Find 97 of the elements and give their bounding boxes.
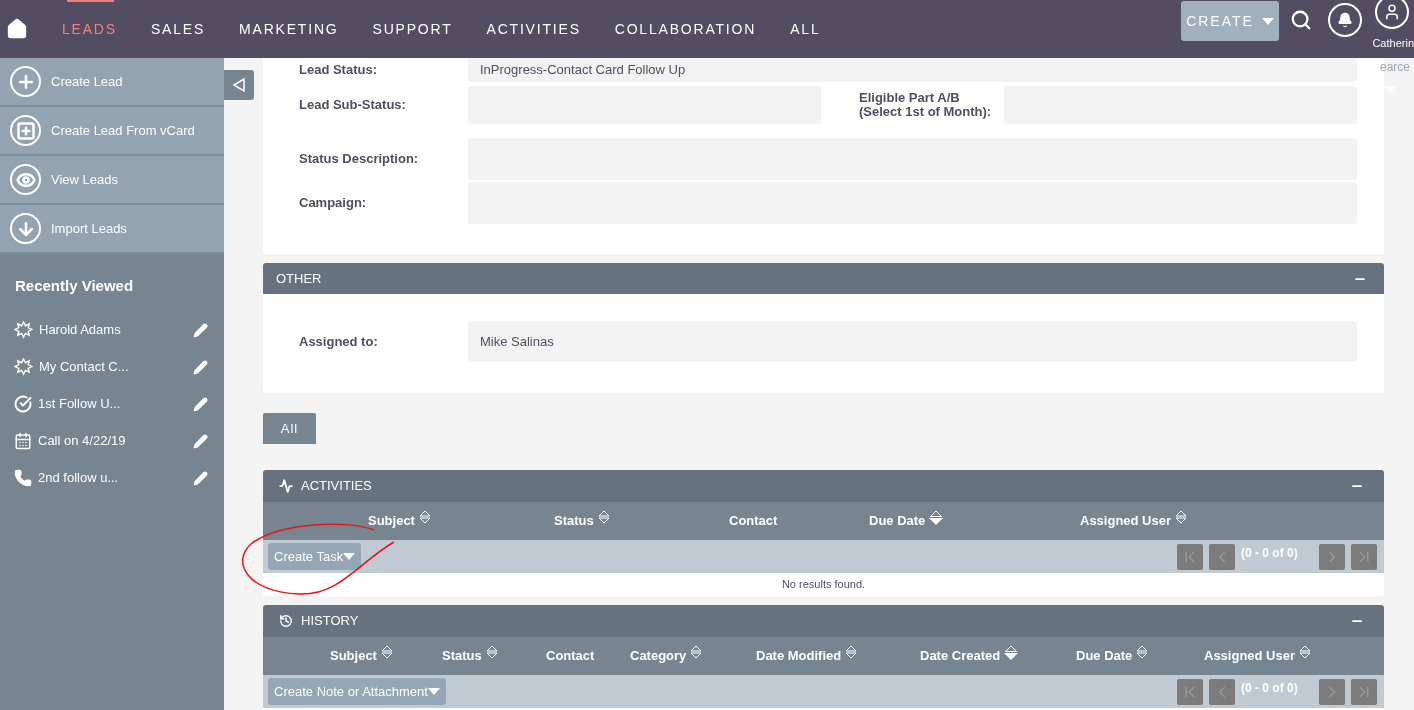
pagination-count: (0 - 0 of 0) — [1241, 679, 1299, 697]
sort-icon[interactable] — [418, 510, 431, 524]
recent-item-link[interactable]: Harold Adams — [39, 320, 187, 340]
sidebar-action[interactable]: Import Leads — [0, 205, 224, 254]
sort-icon[interactable] — [485, 645, 498, 659]
column-header[interactable]: Subject — [330, 646, 377, 666]
plus-icon — [10, 66, 41, 97]
field-value: InProgress-Contact Card Follow Up — [468, 58, 1357, 82]
column-header[interactable]: Status — [554, 511, 594, 531]
sort-descending-icon[interactable] — [929, 509, 944, 525]
nav-tab[interactable]: SALES — [133, 0, 223, 58]
column-header[interactable]: Due Date — [869, 511, 926, 531]
field-label: Lead Sub-Status: — [299, 98, 407, 112]
empty-message: No results found. — [781, 577, 866, 593]
column-header[interactable]: Status — [442, 646, 482, 666]
recent-item-link[interactable]: 2nd follow u... — [38, 468, 187, 488]
collapse-triangle-icon — [232, 78, 246, 92]
edit-icon[interactable] — [193, 470, 208, 486]
previous-page-button[interactable] — [1209, 543, 1235, 570]
column-header[interactable]: Contact — [546, 646, 595, 666]
nav-tab[interactable]: MARKETING — [222, 0, 356, 58]
user-name[interactable]: Catherin — [1372, 34, 1414, 52]
recent-item-link[interactable]: Call on 4/22/19 — [38, 431, 187, 451]
sort-descending-icon[interactable] — [1004, 644, 1019, 660]
pagination-count: (0 - 0 of 0) — [1241, 544, 1299, 562]
sort-icon[interactable] — [597, 510, 610, 524]
first-page-button[interactable] — [1177, 678, 1203, 705]
sidebar-toggle-button[interactable] — [224, 70, 254, 100]
last-page-button[interactable] — [1351, 543, 1377, 570]
recent-item-link[interactable]: 1st Follow U... — [38, 394, 187, 414]
next-page-button[interactable] — [1319, 543, 1345, 570]
phone-icon — [14, 469, 32, 487]
create-dropdown-button[interactable]: Create Note or Attachment — [268, 678, 446, 705]
nav-tab[interactable]: COLLABORATION — [597, 0, 774, 58]
card-plus-icon — [10, 115, 41, 146]
sidebar-heading: Recently Viewed — [14, 276, 135, 296]
sort-icon[interactable] — [380, 645, 393, 659]
eye-icon — [10, 164, 41, 195]
activity-icon — [279, 479, 293, 493]
column-header[interactable]: Due Date — [1076, 646, 1133, 666]
sidebar-action-label[interactable]: Create Lead From vCard — [51, 120, 195, 141]
column-header[interactable]: Assigned User — [1080, 511, 1172, 531]
check-circle-icon — [14, 395, 32, 413]
starburst-icon — [14, 320, 33, 340]
column-header[interactable]: Contact — [729, 511, 778, 531]
nav-tab[interactable]: LEADS — [45, 0, 134, 58]
sort-icon[interactable] — [1299, 645, 1312, 659]
edit-icon[interactable] — [193, 396, 208, 412]
column-header[interactable]: Date Modified — [756, 646, 842, 666]
sidebar-action-label[interactable]: View Leads — [51, 169, 118, 190]
column-header[interactable]: Category — [630, 646, 687, 666]
calendar-icon — [14, 432, 32, 450]
sort-icon[interactable] — [690, 645, 703, 659]
search-icon[interactable] — [1290, 9, 1312, 31]
caret-icon — [427, 688, 440, 695]
next-page-button[interactable] — [1319, 678, 1345, 705]
home-icon[interactable] — [6, 18, 28, 40]
user-name: earce — [1379, 59, 1410, 76]
last-page-button[interactable] — [1351, 678, 1377, 705]
sort-icon[interactable] — [845, 645, 858, 659]
column-header[interactable]: Date Created — [920, 646, 1001, 666]
column-header[interactable]: Subject — [368, 511, 415, 531]
sidebar-action-label[interactable]: Create Lead — [51, 71, 123, 92]
column-header[interactable]: Assigned User — [1204, 646, 1296, 666]
edit-icon[interactable] — [193, 433, 208, 449]
first-page-button[interactable] — [1177, 543, 1203, 570]
starburst-icon — [14, 357, 33, 377]
create-button[interactable]: CREATE — [1181, 1, 1279, 41]
panel-title[interactable]: ACTIVITIES — [301, 476, 372, 496]
field-label: Campaign: — [299, 196, 368, 210]
edit-icon[interactable] — [193, 322, 208, 338]
nav-tab[interactable]: ACTIVITIES — [469, 0, 598, 58]
sort-icon[interactable] — [1175, 510, 1188, 524]
field-value: Mike Salinas — [468, 321, 1357, 362]
previous-page-button[interactable] — [1209, 678, 1235, 705]
sort-icon[interactable] — [1136, 645, 1149, 659]
nav-tab[interactable]: ALL — [773, 0, 838, 58]
field-label: Status Description: — [299, 152, 420, 166]
edit-icon[interactable] — [193, 359, 208, 375]
sidebar-action[interactable]: View Leads — [0, 156, 224, 205]
user-avatar-icon[interactable] — [1375, 0, 1409, 29]
field-label: Lead Status: — [299, 63, 378, 77]
field-label: Assigned to: — [299, 332, 379, 351]
notification-bell-icon[interactable] — [1328, 3, 1362, 37]
caret-icon — [343, 553, 356, 560]
panel-title[interactable]: HISTORY — [301, 611, 359, 631]
sidebar-action-label[interactable]: Import Leads — [51, 218, 127, 239]
create-dropdown-button[interactable]: Create Task — [268, 543, 362, 570]
history-icon — [279, 614, 293, 628]
sidebar-action[interactable]: Create Lead From vCard — [0, 107, 224, 156]
caret-icon — [1261, 17, 1274, 25]
panel-title[interactable]: OTHER — [276, 268, 322, 289]
subpanel-tab[interactable]: All — [263, 413, 316, 444]
sidebar-action[interactable]: Create Lead — [0, 58, 224, 107]
recent-item-link[interactable]: My Contact C... — [39, 357, 187, 377]
field-label: Eligible Part A/B (Select 1st of Month): — [859, 91, 993, 119]
nav-tab[interactable]: SUPPORT — [355, 0, 470, 58]
